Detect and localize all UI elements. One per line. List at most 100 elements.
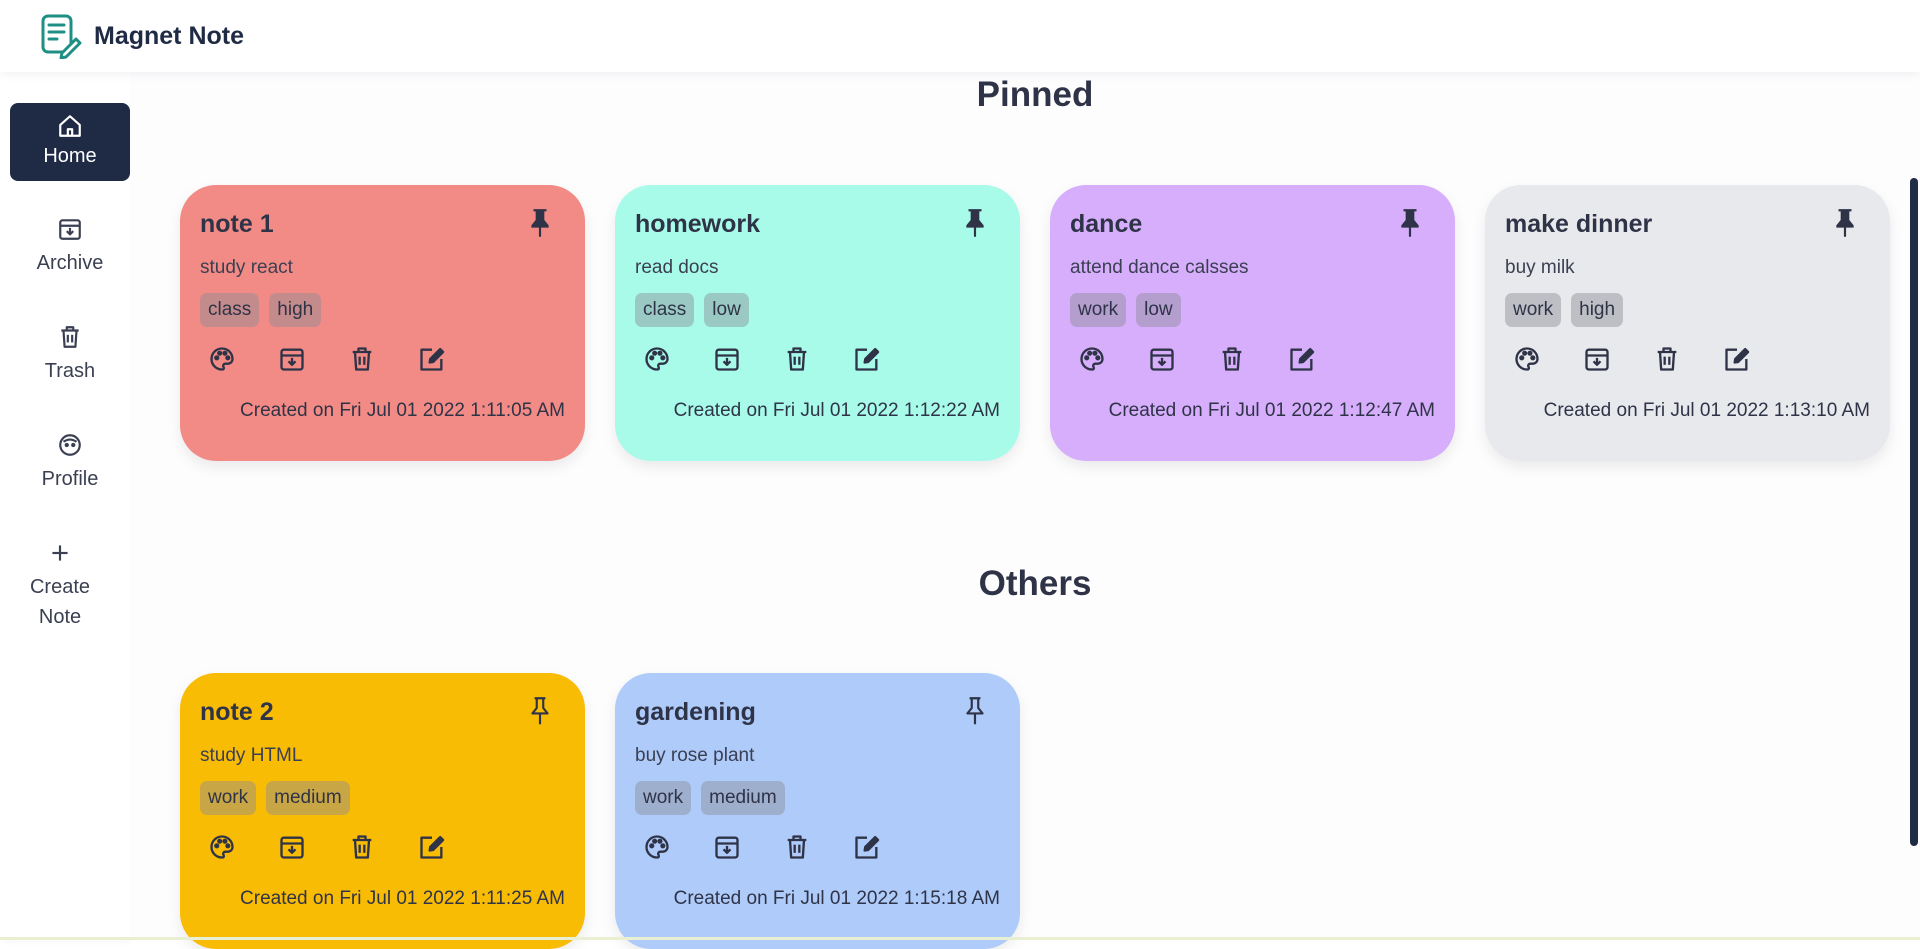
tag-chip[interactable]: work: [635, 781, 692, 815]
note-title: dance: [1070, 210, 1143, 238]
tag-list: work high: [1505, 293, 1624, 327]
edit-icon: [418, 345, 446, 373]
archive-icon: [713, 345, 741, 373]
pin-button[interactable]: [1832, 207, 1858, 238]
card-actions: [643, 345, 881, 373]
pin-button[interactable]: [527, 695, 553, 725]
archive-icon: [59, 219, 81, 240]
palette-icon: [1078, 345, 1106, 373]
note-body: study react: [200, 257, 293, 278]
note-body: study HTML: [200, 745, 303, 766]
delete-button[interactable]: [783, 345, 811, 373]
pin-button[interactable]: [962, 207, 988, 238]
edit-button[interactable]: [853, 345, 881, 373]
edit-icon: [418, 833, 446, 861]
delete-button[interactable]: [1653, 345, 1681, 373]
created-timestamp: Created on Fri Jul 01 2022 1:11:25 AM: [240, 888, 565, 909]
edit-button[interactable]: [1288, 345, 1316, 373]
archive-icon: [1583, 345, 1611, 373]
archive-button[interactable]: [713, 345, 741, 373]
pin-button[interactable]: [962, 695, 988, 725]
note-title: make dinner: [1505, 210, 1653, 238]
card-actions: [1513, 345, 1751, 373]
note-body: buy rose plant: [635, 745, 755, 766]
edit-icon: [1723, 345, 1751, 373]
note-card[interactable]: make dinner buy milk work high Created on Fr…: [1485, 185, 1890, 461]
palette-button[interactable]: [208, 833, 236, 861]
delete-button[interactable]: [1218, 345, 1246, 373]
tag-chip[interactable]: high: [1571, 293, 1624, 327]
note-title: note 2: [200, 698, 274, 726]
note-title: note 1: [200, 210, 274, 238]
note-card[interactable]: note 2 study HTML work medium Created on Fri…: [180, 673, 585, 949]
sidebar-item-archive[interactable]: Archive: [10, 216, 130, 278]
edit-button[interactable]: [418, 345, 446, 373]
tag-list: work low: [1070, 293, 1181, 327]
trash-icon: [348, 833, 376, 861]
palette-icon: [1513, 345, 1541, 373]
pin-filled-icon: [962, 207, 988, 238]
profile-icon: [59, 434, 81, 456]
tag-chip[interactable]: high: [269, 293, 322, 327]
tag-chip[interactable]: work: [1070, 293, 1127, 327]
card-actions: [643, 833, 881, 861]
tag-chip[interactable]: class: [635, 293, 695, 327]
sidebar-item-home[interactable]: Home: [10, 103, 130, 181]
tag-chip[interactable]: work: [200, 781, 257, 815]
tag-chip[interactable]: medium: [701, 781, 785, 815]
archive-button[interactable]: [1148, 345, 1176, 373]
archive-icon: [278, 833, 306, 861]
archive-button[interactable]: [1583, 345, 1611, 373]
note-card[interactable]: note 1 study react class high Created on Fri…: [180, 185, 585, 461]
note-body: buy milk: [1505, 257, 1575, 278]
tag-chip[interactable]: medium: [266, 781, 350, 815]
palette-icon: [643, 833, 671, 861]
archive-button[interactable]: [278, 833, 306, 861]
sidebar-item-label: Trash: [44, 360, 96, 382]
delete-button[interactable]: [348, 345, 376, 373]
palette-button[interactable]: [643, 345, 671, 373]
edit-button[interactable]: [853, 833, 881, 861]
palette-button[interactable]: [1078, 345, 1106, 373]
card-actions: [1078, 345, 1316, 373]
palette-button[interactable]: [1513, 345, 1541, 373]
tag-chip[interactable]: low: [1136, 293, 1181, 327]
palette-button[interactable]: [643, 833, 671, 861]
archive-icon: [713, 833, 741, 861]
tag-chip[interactable]: work: [1505, 293, 1562, 327]
note-card[interactable]: gardening buy rose plant work medium Created…: [615, 673, 1020, 949]
pin-button[interactable]: [1397, 207, 1423, 238]
tag-chip[interactable]: class: [200, 293, 260, 327]
archive-icon: [278, 345, 306, 373]
created-timestamp: Created on Fri Jul 01 2022 1:12:47 AM: [1108, 400, 1435, 421]
pin-outline-icon: [527, 695, 553, 725]
palette-icon: [208, 345, 236, 373]
tag-list: work medium: [635, 781, 785, 815]
archive-button[interactable]: [278, 345, 306, 373]
tag-list: work medium: [200, 781, 350, 815]
section-title-others: Others: [978, 564, 1092, 603]
app-title[interactable]: Magnet Note: [94, 22, 244, 51]
edit-button[interactable]: [1723, 345, 1751, 373]
palette-button[interactable]: [208, 345, 236, 373]
created-timestamp: Created on Fri Jul 01 2022 1:12:22 AM: [673, 400, 1000, 421]
created-timestamp: Created on Fri Jul 01 2022 1:15:18 AM: [673, 888, 1000, 909]
pin-button[interactable]: [527, 207, 553, 238]
edit-icon: [1288, 345, 1316, 373]
archive-button[interactable]: [713, 833, 741, 861]
delete-button[interactable]: [783, 833, 811, 861]
edit-button[interactable]: [418, 833, 446, 861]
delete-button[interactable]: [348, 833, 376, 861]
scrollbar[interactable]: [1910, 178, 1918, 846]
app-logo-icon[interactable]: [40, 13, 82, 59]
card-actions: [208, 833, 446, 861]
sidebar-item-profile[interactable]: Profile: [10, 432, 130, 494]
top-bar: Magnet Note: [0, 0, 1920, 72]
note-card[interactable]: dance attend dance calsses work low Created …: [1050, 185, 1455, 461]
edit-icon: [853, 833, 881, 861]
sidebar-item-label: Create Note: [29, 576, 91, 628]
sidebar-item-create-note[interactable]: Create Note: [0, 540, 120, 632]
tag-chip[interactable]: low: [704, 293, 749, 327]
note-card[interactable]: homework read docs class low Created on Fri …: [615, 185, 1020, 461]
sidebar-item-trash[interactable]: Trash: [10, 324, 130, 386]
